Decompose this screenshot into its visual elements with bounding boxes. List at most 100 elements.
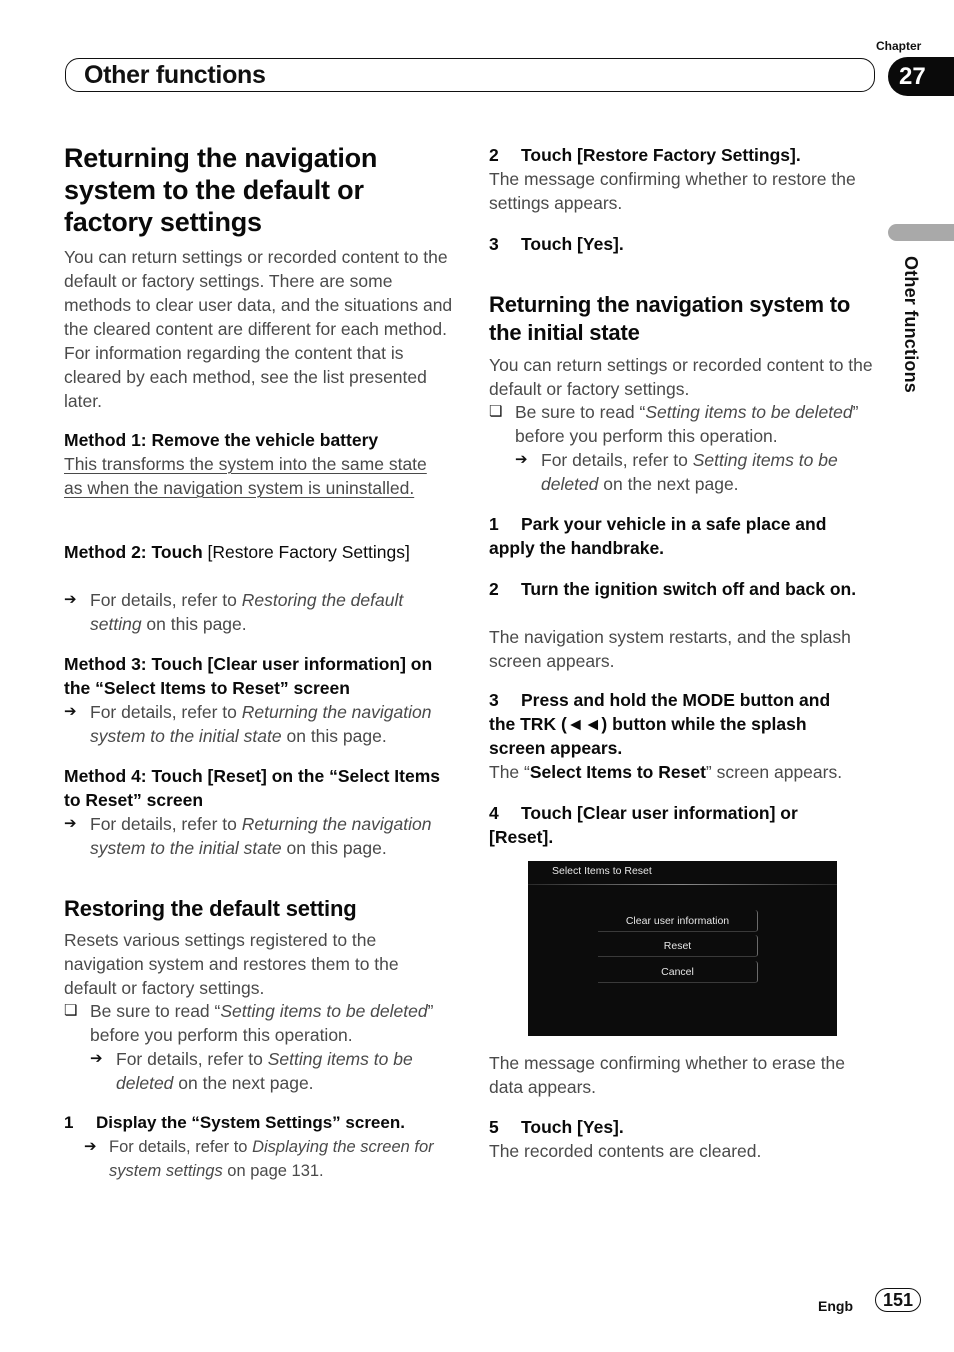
step-number: 4 bbox=[489, 803, 499, 823]
arrow-icon: ➔ bbox=[64, 815, 77, 832]
method-3-screen-name: Select Items to Reset bbox=[103, 678, 280, 698]
chapter-label: Chapter bbox=[876, 39, 922, 53]
note-link[interactable]: Setting items to be deleted bbox=[645, 402, 852, 422]
initial-state-title: Returning the navigation system to the i… bbox=[489, 292, 851, 345]
step-text: Turn the ignition switch off and back on… bbox=[521, 579, 857, 599]
select-items-to-reset-screenshot: Select Items to Reset Clear user informa… bbox=[528, 861, 837, 1036]
screen-title: Select Items to Reset bbox=[552, 865, 652, 877]
cancel-button[interactable]: Cancel bbox=[598, 961, 758, 983]
initial-note: ❏ Be sure to read “Setting items to be d… bbox=[489, 400, 881, 448]
initial-step-3-text: The “Select Items to Reset” screen appea… bbox=[489, 760, 881, 784]
initial-note-text: Be sure to read “Setting items to be del… bbox=[489, 400, 881, 448]
reset-button[interactable]: Reset bbox=[598, 935, 758, 957]
method-4-ref-text: For details, refer to Returning the navi… bbox=[64, 812, 456, 860]
after-screen-text: The message confirming whether to erase … bbox=[489, 1053, 846, 1097]
checkbox-icon: ❏ bbox=[489, 403, 503, 420]
note-prefix: Be sure to read “ bbox=[90, 1001, 221, 1021]
method-3-heading-a: Method 3: Touch bbox=[64, 654, 208, 674]
restoring-step-2: 2 Touch [Restore Factory Settings]. bbox=[489, 143, 801, 167]
method-4-ref: ➔ For details, refer to Returning the na… bbox=[64, 812, 456, 860]
initial-step-2: 2 Turn the ignition switch off and back o… bbox=[489, 577, 859, 601]
arrow-icon: ➔ bbox=[84, 1138, 97, 1155]
arrow-icon: ➔ bbox=[64, 703, 77, 720]
method-3-ref-text: For details, refer to Returning the navi… bbox=[64, 700, 456, 748]
ref-suffix: on this page. bbox=[281, 726, 387, 746]
ref-prefix: For details, refer to bbox=[116, 1049, 268, 1069]
method-1-text: This transforms the system into the same… bbox=[64, 454, 427, 498]
ref-suffix: on page 131. bbox=[222, 1162, 324, 1180]
ref-suffix: on the next page. bbox=[173, 1073, 314, 1093]
initial-sub-ref: ➔ For details, refer to Setting items to… bbox=[515, 448, 881, 496]
restoring-sub-ref: ➔ For details, refer to Setting items to… bbox=[90, 1047, 456, 1095]
note-link[interactable]: Setting items to be deleted bbox=[220, 1001, 427, 1021]
ref-prefix: For details, refer to bbox=[109, 1138, 253, 1156]
initial-state-text: You can return settings or recorded cont… bbox=[489, 355, 873, 399]
arrow-icon: ➔ bbox=[515, 451, 528, 468]
ref-prefix: For details, refer to bbox=[90, 814, 242, 834]
text-a: The “ bbox=[489, 762, 530, 782]
method-2-heading: Method 2: Touch [Restore Factory Setting… bbox=[64, 540, 424, 564]
restoring-title: Restoring the default setting bbox=[64, 896, 357, 921]
restoring-note: ❏ Be sure to read “Setting items to be d… bbox=[64, 999, 456, 1047]
arrow-icon: ➔ bbox=[64, 591, 77, 608]
method-2-heading-a: Method 2: Touch bbox=[64, 542, 208, 562]
ref-suffix: on this page. bbox=[141, 614, 247, 634]
method-4-heading: Method 4: Touch [Reset] on the “Select I… bbox=[64, 764, 456, 812]
step-text: Touch [Yes]. bbox=[521, 1117, 624, 1137]
method-3-ref: ➔ For details, refer to Returning the na… bbox=[64, 700, 456, 748]
screen-name: Select Items to Reset bbox=[529, 762, 706, 782]
restoring-step-1-ref: ➔ For details, refer to Displaying the s… bbox=[84, 1135, 456, 1183]
checkbox-icon: ❏ bbox=[64, 1002, 78, 1019]
section-header-bar: Other functions bbox=[65, 58, 875, 92]
screen-title-divider bbox=[528, 884, 837, 885]
method-1-heading: Method 1: Remove the vehicle battery bbox=[64, 430, 379, 450]
step-number: 2 bbox=[489, 579, 499, 599]
restoring-note-text: Be sure to read “Setting items to be del… bbox=[64, 999, 456, 1047]
ref-prefix: For details, refer to bbox=[90, 702, 242, 722]
method-4-heading-a: Method 4: Touch [Reset] on the “ bbox=[64, 766, 338, 786]
method-3-label: [Clear user information] bbox=[207, 654, 406, 674]
ref-prefix: For details, refer to bbox=[90, 590, 242, 610]
restoring-step-3: 3 Touch [Yes]. bbox=[489, 232, 624, 256]
step-number: 3 bbox=[489, 234, 499, 254]
step-number: 2 bbox=[489, 145, 499, 165]
arrow-icon: ➔ bbox=[90, 1050, 103, 1067]
method-2-ref-text: For details, refer to Restoring the defa… bbox=[64, 588, 456, 636]
step-text: Press and hold the MODE button and the T… bbox=[489, 690, 831, 758]
restoring-text: Resets various settings registered to th… bbox=[64, 930, 399, 998]
initial-step-2-text: The navigation system restarts, and the … bbox=[489, 627, 851, 671]
step-text: Park your vehicle in a safe place and ap… bbox=[489, 514, 827, 558]
initial-step-5: 5 Touch [Yes]. bbox=[489, 1115, 624, 1139]
clear-user-information-button[interactable]: Clear user information bbox=[598, 910, 758, 932]
ref-prefix: For details, refer to bbox=[541, 450, 693, 470]
initial-step-5-text: The recorded contents are cleared. bbox=[489, 1141, 762, 1161]
restoring-step-1: 1 Display the “System Settings” screen. bbox=[64, 1111, 405, 1135]
page-number: 151 bbox=[875, 1288, 921, 1312]
language-code: Engb bbox=[818, 1298, 853, 1314]
ref-suffix: on this page. bbox=[281, 838, 387, 858]
ref-suffix: on the next page. bbox=[598, 474, 739, 494]
step-number: 1 bbox=[489, 514, 499, 534]
method-4-heading-c: ” screen bbox=[133, 790, 204, 810]
main-title: Returning the navigation system to the d… bbox=[64, 143, 378, 237]
step-text: Touch [Yes]. bbox=[521, 234, 624, 254]
method-2-label: [Restore Factory Settings] bbox=[207, 542, 410, 562]
initial-step-1: 1 Park your vehicle in a safe place and a… bbox=[489, 512, 859, 560]
restoring-step-2-text: The message confirming whether to restor… bbox=[489, 169, 856, 213]
step-text: Touch [Restore Factory Settings]. bbox=[521, 145, 801, 165]
side-tab-label: Other functions bbox=[901, 256, 921, 393]
text-c: ” screen appears. bbox=[705, 762, 843, 782]
step-text: Touch [Clear user information] or [Reset… bbox=[489, 803, 798, 847]
step-number: 5 bbox=[489, 1117, 499, 1137]
method-2-ref: ➔ For details, refer to Restoring the de… bbox=[64, 588, 456, 636]
step-text: Display the “System Settings” screen. bbox=[96, 1113, 405, 1132]
step-number: 3 bbox=[489, 690, 499, 710]
step-number: 1 bbox=[64, 1113, 74, 1132]
side-tab-marker bbox=[888, 224, 954, 241]
initial-sub-ref-text: For details, refer to Setting items to b… bbox=[515, 448, 881, 496]
chapter-number-badge: 27 bbox=[888, 57, 954, 96]
note-prefix: Be sure to read “ bbox=[515, 402, 646, 422]
initial-step-3: 3 Press and hold the MODE button and the … bbox=[489, 688, 861, 760]
method-3-heading-e: ” screen bbox=[279, 678, 350, 698]
initial-step-4: 4 Touch [Clear user information] or [Rese… bbox=[489, 801, 859, 849]
